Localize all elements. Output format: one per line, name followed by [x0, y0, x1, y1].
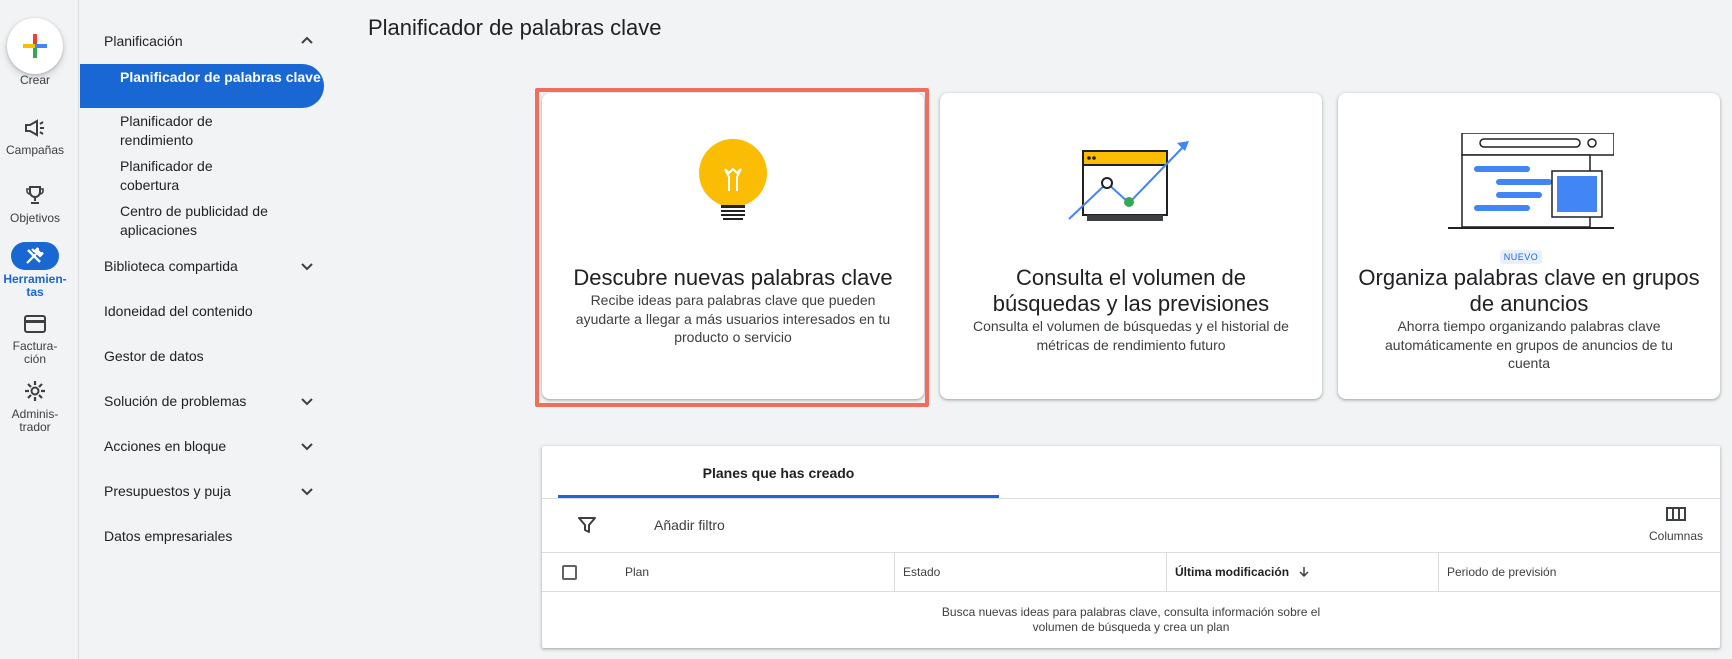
add-filter-button[interactable]: Añadir filtro [654, 517, 725, 533]
column-header-last-modified[interactable]: Última modificación [1166, 553, 1438, 592]
nav-troubleshooting[interactable]: Solución de problemas [104, 392, 316, 410]
nav-content-suitability-label: Idoneidad del contenido [104, 303, 253, 319]
column-header-plan[interactable]: Plan [617, 553, 894, 592]
gear-icon[interactable] [20, 379, 50, 403]
rail-label-admin[interactable]: Adminis- trador [0, 408, 70, 434]
nav-business-data-label: Datos empresariales [104, 528, 233, 544]
card-description: Ahorra tiempo organizando palabras clave… [1385, 318, 1673, 371]
tab-divider [542, 498, 1720, 499]
search-volume-card[interactable]: Consulta el volumen de búsquedas y las p… [940, 93, 1322, 399]
arrow-down-icon [1299, 567, 1309, 578]
column-header-forecast-period[interactable]: Periodo de previsión [1438, 553, 1720, 592]
filter-icon[interactable] [578, 516, 596, 534]
credit-card-icon[interactable] [20, 312, 50, 336]
columns-icon [1666, 507, 1686, 521]
rail-label-billing[interactable]: Factura- ción [0, 340, 70, 366]
nav-app-advertising-hub[interactable]: Centro de publicidad de aplicaciones [80, 202, 324, 239]
card-description: Consulta el volumen de búsquedas y el hi… [973, 318, 1289, 353]
card-title: Organiza palabras clave en grupos de anu… [1358, 265, 1700, 316]
chevron-down-icon [301, 263, 313, 271]
lightbulb-illustration [542, 133, 924, 233]
nav-keyword-planner[interactable]: Planificador de palabras clave [80, 64, 324, 108]
tools-icon[interactable] [11, 242, 59, 270]
empty-state-text: Busca nuevas ideas para palabras clave, … [941, 605, 1321, 634]
rail-label-tools[interactable]: Herramien- tas [0, 273, 70, 299]
megaphone-icon[interactable] [20, 116, 50, 140]
plans-panel: Planes que has creado Añadir filtro Colu… [542, 446, 1720, 648]
left-rail: Crear Campañas Objetivos Herramien- tas … [0, 0, 79, 659]
plus-icon [23, 34, 47, 58]
chevron-down-icon [301, 443, 313, 451]
rail-label-campaigns[interactable]: Campañas [0, 144, 70, 157]
tools-sidebar: Planificación Planificador de palabras c… [80, 0, 325, 659]
new-badge: NUEVO [1500, 250, 1542, 264]
table-header-row: Plan Estado Última modificación Periodo … [542, 552, 1720, 592]
nav-data-manager[interactable]: Gestor de datos [104, 347, 316, 365]
column-header-last-modified-label: Última modificación [1175, 565, 1290, 579]
nav-shared-library-label: Biblioteca compartida [104, 258, 238, 274]
nav-budgets-bidding[interactable]: Presupuestos y puja [104, 482, 316, 500]
rail-label-goals[interactable]: Objetivos [0, 212, 70, 225]
nav-planning-label: Planificación [104, 33, 183, 49]
select-all-checkbox[interactable] [562, 565, 577, 580]
chevron-up-icon [301, 36, 313, 44]
nav-data-manager-label: Gestor de datos [104, 348, 204, 364]
empty-state-message: Busca nuevas ideas para palabras clave, … [542, 605, 1720, 634]
ad-groups-illustration [1338, 133, 1720, 233]
create-button[interactable] [7, 18, 63, 74]
chevron-down-icon [301, 398, 313, 406]
nav-performance-planner[interactable]: Planificador de rendimiento [80, 112, 324, 149]
columns-label: Columnas [1648, 529, 1704, 543]
nav-bulk-actions-label: Acciones en bloque [104, 438, 227, 454]
page-title: Planificador de palabras clave [368, 15, 662, 40]
nav-troubleshooting-label: Solución de problemas [104, 393, 247, 409]
create-label: Crear [19, 73, 50, 87]
nav-reach-planner[interactable]: Planificador de cobertura [80, 157, 324, 194]
nav-bulk-actions[interactable]: Acciones en bloque [104, 437, 316, 455]
nav-budgets-bidding-label: Presupuestos y puja [104, 483, 231, 499]
card-description: Recibe ideas para palabras clave que pue… [575, 292, 891, 345]
trophy-icon[interactable] [20, 183, 50, 207]
card-title: Consulta el volumen de búsquedas y las p… [992, 265, 1270, 316]
card-title: Descubre nuevas palabras clave [573, 265, 893, 290]
nav-business-data[interactable]: Datos empresariales [104, 527, 316, 545]
nav-shared-library[interactable]: Biblioteca compartida [104, 257, 316, 275]
chart-illustration [940, 133, 1322, 233]
nav-content-suitability[interactable]: Idoneidad del contenido [104, 302, 316, 320]
discover-keywords-card[interactable]: Descubre nuevas palabras clave Recibe id… [542, 93, 924, 399]
tab-created-plans[interactable]: Planes que has creado [558, 446, 999, 498]
columns-button[interactable]: Columnas [1646, 507, 1706, 543]
column-header-status[interactable]: Estado [894, 553, 1166, 592]
nav-planning[interactable]: Planificación [104, 32, 316, 50]
organize-keywords-card[interactable]: NUEVO Organiza palabras clave en grupos … [1338, 93, 1720, 399]
chevron-down-icon [301, 488, 313, 496]
